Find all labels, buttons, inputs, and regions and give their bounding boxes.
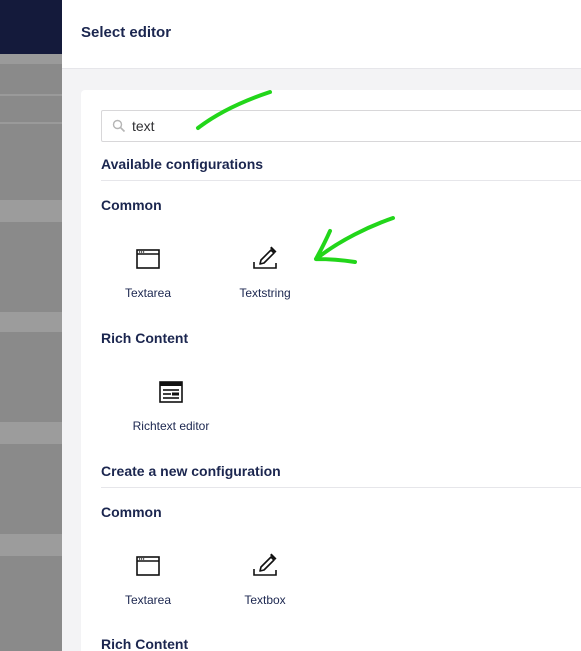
editor-option-richtext-editor[interactable]: Richtext editor (121, 379, 221, 441)
available-common-heading: Common (101, 197, 162, 213)
background-band (0, 422, 62, 444)
editor-option-label: Textbox (244, 593, 286, 607)
editor-option-label: Richtext editor (132, 419, 210, 433)
editor-option-textbox[interactable]: Textbox (215, 553, 315, 615)
background-app (0, 0, 62, 651)
divider (101, 180, 581, 181)
search-input[interactable] (132, 115, 572, 137)
background-band (0, 534, 62, 556)
create-rich-content-heading: Rich Content (101, 636, 189, 651)
panel-header: Select editor (62, 0, 581, 69)
window-icon (136, 249, 160, 269)
search-box[interactable] (101, 110, 581, 142)
panel-title: Select editor (81, 24, 172, 41)
create-new-configuration-heading: Create a new configuration (101, 463, 281, 479)
editor-option-label: Textstring (239, 286, 291, 300)
background-topbar (0, 0, 62, 54)
pen-edit-icon (253, 553, 277, 576)
available-rich-content-heading: Rich Content (101, 330, 189, 346)
editor-option-textstring[interactable]: Textstring (215, 246, 315, 308)
editor-picker-card: Available configurations Common Textarea… (81, 90, 581, 651)
background-band (0, 54, 62, 64)
search-icon (112, 119, 126, 133)
available-configurations-heading: Available configurations (101, 156, 264, 172)
editor-option-label: Textarea (124, 593, 172, 607)
create-common-heading: Common (101, 504, 162, 520)
select-editor-panel: Select editor Available configurations C… (62, 0, 581, 651)
richtext-icon (159, 381, 183, 403)
background-band (0, 122, 62, 124)
pen-edit-icon (253, 246, 277, 269)
editor-option-label: Textarea (124, 286, 172, 300)
background-band (0, 94, 62, 96)
background-band (0, 200, 62, 222)
editor-option-textarea[interactable]: Textarea (98, 246, 198, 308)
editor-option-textarea[interactable]: Textarea (98, 553, 198, 615)
window-icon (136, 556, 160, 576)
divider (101, 487, 581, 488)
background-band (0, 312, 62, 332)
